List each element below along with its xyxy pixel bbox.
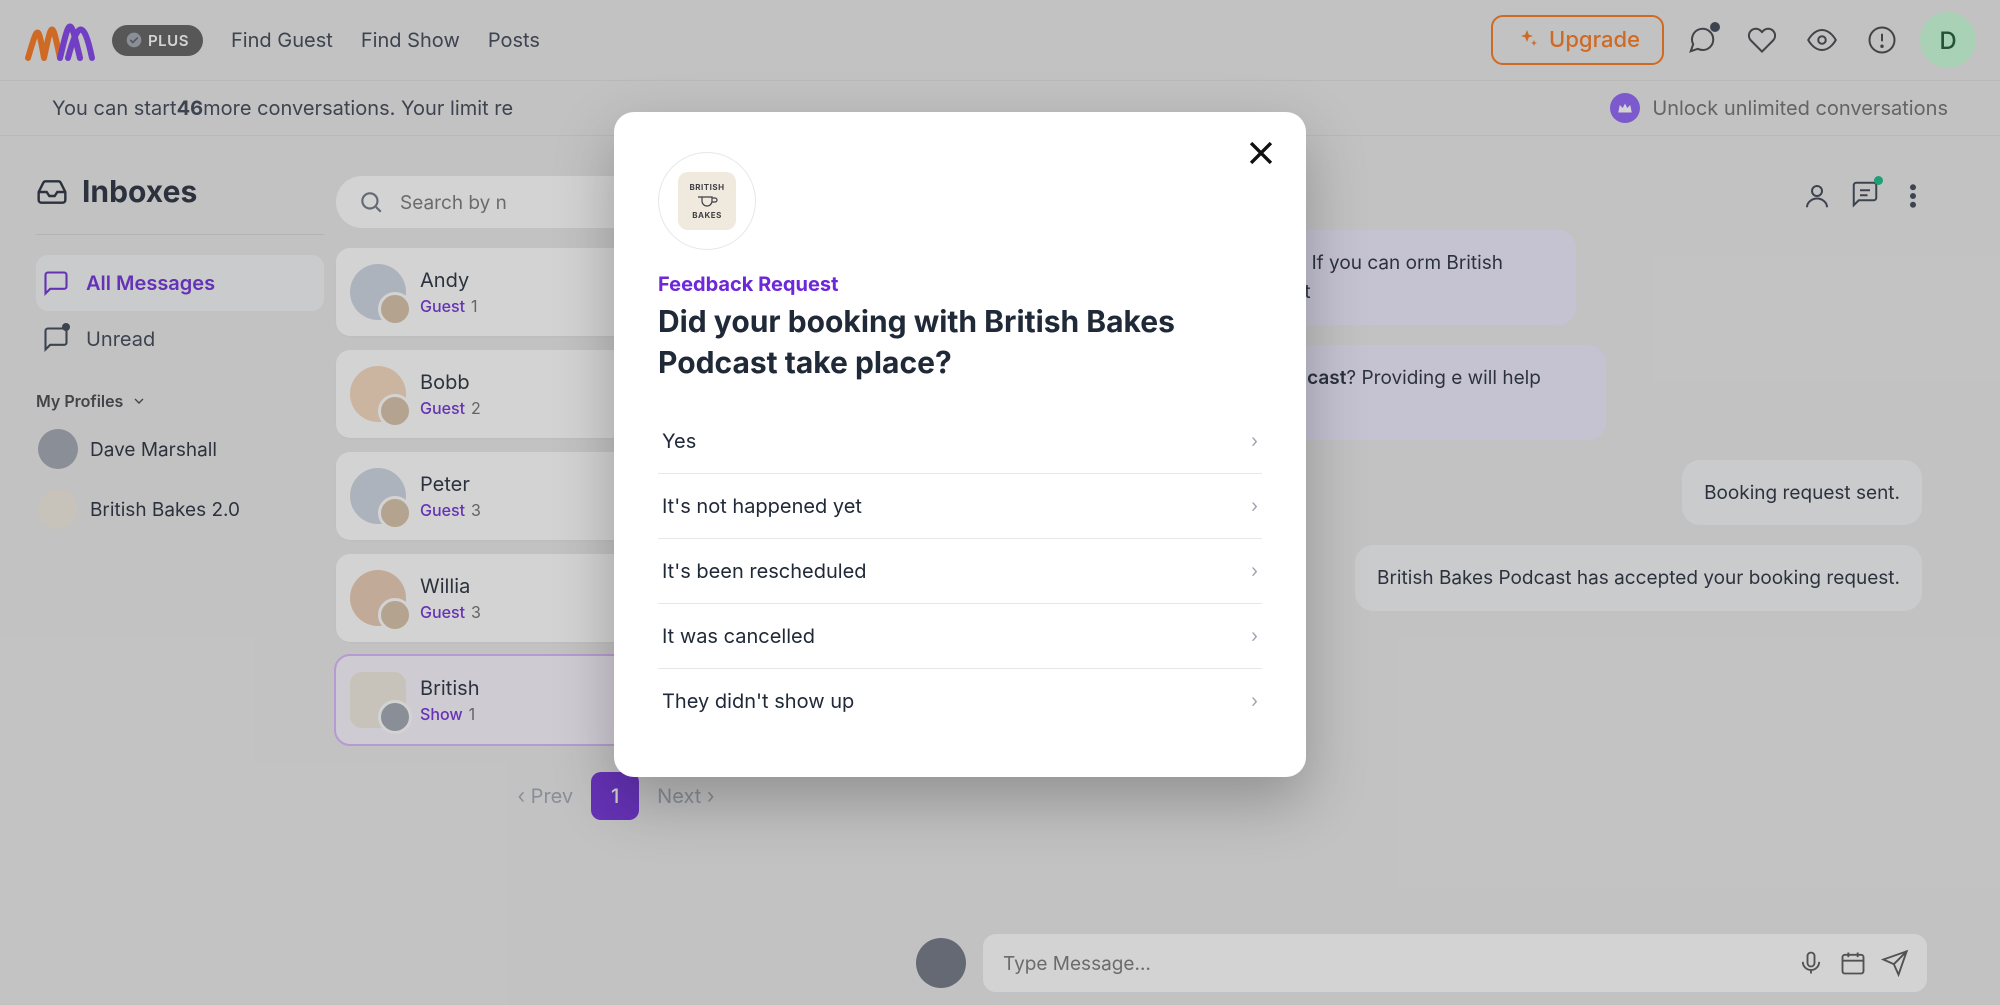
close-button[interactable] [1244, 136, 1278, 170]
option-label: They didn't show up [662, 689, 854, 713]
chevron-right-icon: › [1251, 561, 1258, 582]
option-cancelled[interactable]: It was cancelled › [658, 604, 1262, 669]
close-icon [1244, 136, 1278, 170]
option-yes[interactable]: Yes › [658, 409, 1262, 474]
option-rescheduled[interactable]: It's been rescheduled › [658, 539, 1262, 604]
chevron-right-icon: › [1251, 626, 1258, 647]
option-label: It's not happened yet [662, 494, 862, 518]
chevron-right-icon: › [1251, 496, 1258, 517]
chevron-right-icon: › [1251, 431, 1258, 452]
modal-kicker: Feedback Request [658, 272, 1262, 296]
teacup-icon [696, 194, 718, 208]
feedback-modal: BRITISH BAKES Feedback Request Did your … [614, 112, 1306, 777]
option-not-happened[interactable]: It's not happened yet › [658, 474, 1262, 539]
option-label: It's been rescheduled [662, 559, 867, 583]
chevron-right-icon: › [1251, 691, 1258, 712]
modal-title: Did your booking with British Bakes Podc… [658, 302, 1262, 383]
modal-logo: BRITISH BAKES [658, 152, 756, 250]
option-label: Yes [662, 429, 696, 453]
option-no-show[interactable]: They didn't show up › [658, 669, 1262, 733]
option-label: It was cancelled [662, 624, 815, 648]
